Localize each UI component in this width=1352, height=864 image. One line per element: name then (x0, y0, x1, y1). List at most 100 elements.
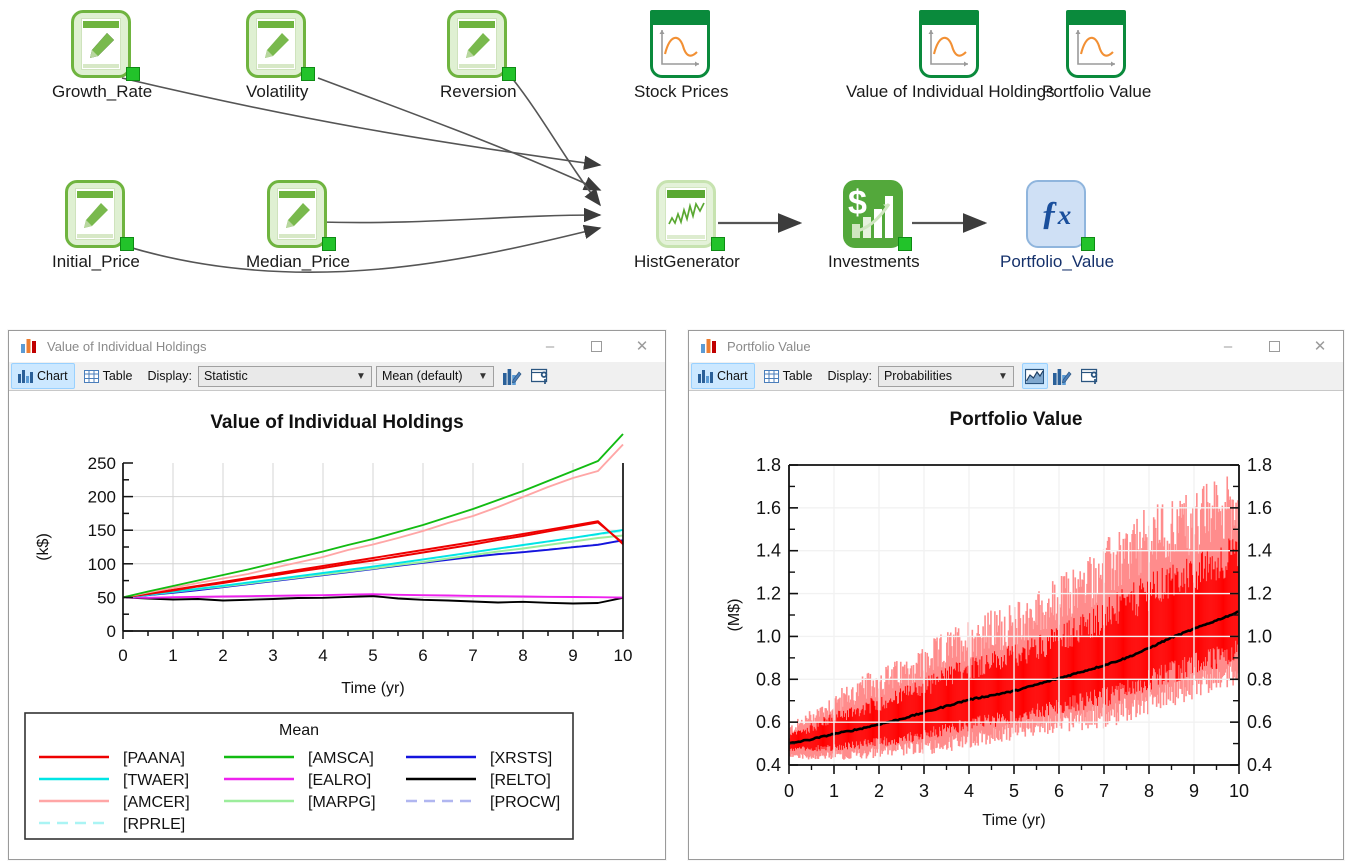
probability-bands-icon[interactable] (1021, 363, 1048, 389)
legend-label: [PROCW] (490, 794, 560, 811)
legend-label: [AMCER] (123, 794, 190, 811)
x-tick-label: 0 (784, 781, 794, 801)
node-port[interactable] (710, 237, 725, 251)
tab-table-label: Table (102, 369, 133, 383)
svg-text:8: 8 (518, 646, 527, 665)
svg-text:10: 10 (614, 646, 633, 665)
tab-table[interactable]: Table (77, 363, 140, 389)
y-tick-label-right: 0.4 (1247, 755, 1272, 775)
chart-settings-icon[interactable] (500, 363, 526, 389)
display-select-value: Probabilities (883, 369, 953, 383)
node-port[interactable] (502, 67, 517, 81)
tab-table[interactable]: Table (757, 363, 820, 389)
y-tick-label: 1.8 (756, 455, 781, 475)
tab-chart[interactable]: Chart (691, 363, 755, 389)
wave-chart-icon (928, 30, 969, 67)
svg-text:150: 150 (88, 521, 116, 540)
svg-text:0: 0 (107, 622, 116, 641)
node-port[interactable] (1081, 237, 1096, 251)
node-port[interactable] (321, 237, 336, 251)
window-title: Portfolio Value (727, 338, 811, 354)
y-tick-label: 0.8 (756, 669, 781, 689)
graph-options-icon[interactable] (1078, 363, 1104, 389)
tab-table-label: Table (782, 369, 813, 383)
node-label: Volatility (246, 82, 309, 101)
node-value-individual-holdings[interactable]: Value of Individual Holdings (846, 10, 1055, 102)
y-tick-label-right: 1.2 (1247, 584, 1272, 604)
node-investments[interactable]: $ Investments (828, 180, 920, 272)
chart-legend: Mean [PAANA] [TWAER] [AMCER] [RPRLE] [AM… (24, 712, 574, 840)
maximize-button[interactable] (573, 332, 619, 361)
node-port[interactable] (301, 67, 316, 81)
node-label: Median_Price (246, 252, 350, 271)
result-node-icon (1065, 10, 1128, 80)
toolbar: Chart Table Display: Probabilities ▼ (689, 362, 1343, 391)
chart-tab-icon (18, 369, 33, 383)
svg-text:9: 9 (568, 646, 577, 665)
node-port[interactable] (126, 67, 141, 81)
result-node-icon (919, 10, 981, 80)
display-select[interactable]: Statistic ▼ (197, 365, 372, 387)
window-portfolio-value[interactable]: Portfolio Value – ✕ Chart Table Display:… (688, 330, 1344, 860)
input-node-icon (246, 10, 316, 81)
node-port[interactable] (119, 237, 134, 251)
chart-settings-icon[interactable] (1050, 363, 1076, 389)
svg-text:6: 6 (418, 646, 427, 665)
chart-title: Value of Individual Holdings (210, 412, 463, 433)
node-initial-price[interactable]: Initial_Price (52, 180, 140, 272)
window-value-of-individual-holdings[interactable]: Value of Individual Holdings – ✕ Chart T… (8, 330, 666, 860)
node-label: HistGenerator (634, 252, 740, 271)
input-node-icon (71, 10, 141, 81)
y-tick-label-right: 0.8 (1247, 669, 1272, 689)
x-tick-label: 7 (1099, 781, 1109, 801)
table-tab-icon (83, 369, 99, 383)
statistic-select[interactable]: Mean (default) ▼ (375, 365, 494, 387)
svg-text:$: $ (848, 184, 867, 222)
tab-chart-label: Chart (37, 369, 68, 383)
node-portfolio-value-variable[interactable]: ƒx Portfolio_Value (1000, 180, 1114, 272)
graph-options-icon[interactable] (528, 363, 554, 389)
y-tick-label-right: 0.6 (1247, 712, 1272, 732)
node-label: Initial_Price (52, 252, 140, 271)
y-tick-label-right: 1.0 (1247, 626, 1272, 646)
legend-label: [RPRLE] (123, 816, 185, 833)
minimize-button[interactable]: – (527, 332, 573, 361)
maximize-button[interactable] (1251, 332, 1297, 361)
node-port[interactable] (897, 237, 912, 251)
titlebar[interactable]: Value of Individual Holdings – ✕ (9, 331, 665, 362)
y-tick-label-right: 1.4 (1247, 541, 1272, 561)
tab-chart[interactable]: Chart (11, 363, 75, 389)
node-portfolio-value-result[interactable]: Portfolio Value (1042, 10, 1151, 102)
node-growth-rate[interactable]: Growth_Rate (52, 10, 152, 102)
svg-text:1: 1 (168, 646, 177, 665)
chevron-down-icon: ▼ (355, 370, 366, 382)
y-tick-label: 0.4 (756, 755, 781, 775)
fx-glyph: ƒx (1040, 195, 1072, 232)
svg-text:200: 200 (88, 488, 116, 507)
model-diagram: Growth_Rate Volatility Reversion Stock P… (0, 0, 1352, 320)
node-label: Stock Prices (634, 82, 729, 101)
chart-tab-icon (698, 369, 713, 383)
titlebar[interactable]: Portfolio Value – ✕ (689, 331, 1343, 362)
node-volatility[interactable]: Volatility (246, 10, 316, 102)
node-label: Reversion (440, 82, 517, 101)
bar-chart-icon (701, 339, 719, 353)
x-tick-label: 1 (829, 781, 839, 801)
node-hist-generator[interactable]: HistGenerator (634, 180, 740, 272)
pencil-icon (466, 33, 491, 58)
node-reversion[interactable]: Reversion (440, 10, 517, 102)
node-stock-prices[interactable]: Stock Prices (634, 10, 728, 102)
pencil-icon (285, 203, 310, 228)
svg-text:4: 4 (318, 646, 327, 665)
node-label: Portfolio Value (1042, 82, 1152, 101)
node-median-price[interactable]: Median_Price (246, 180, 350, 272)
close-button[interactable]: ✕ (1297, 332, 1343, 361)
close-button[interactable]: ✕ (619, 332, 665, 361)
legend-label: [TWAER] (123, 772, 189, 789)
input-node-icon (266, 180, 336, 251)
svg-text:5: 5 (368, 646, 377, 665)
statistic-select-value: Mean (default) (381, 369, 463, 383)
minimize-button[interactable]: – (1205, 332, 1251, 361)
svg-text:2: 2 (218, 646, 227, 665)
display-select[interactable]: Probabilities ▼ (877, 365, 1014, 387)
